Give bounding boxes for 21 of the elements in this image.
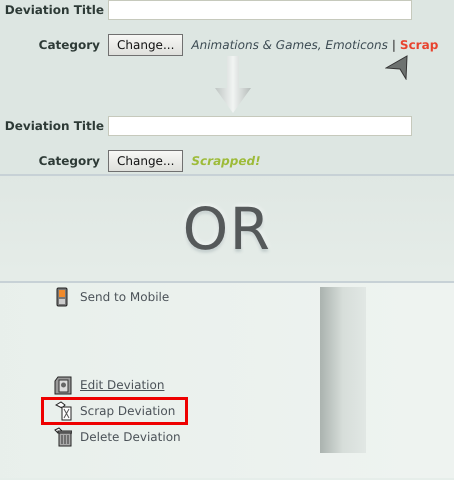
field-label: Category [38,37,100,54]
change-button[interactable]: Change... [108,150,184,172]
field-label: Deviation Title [4,2,104,19]
change-button[interactable]: Change... [108,34,184,56]
down-arrow-icon [214,56,252,114]
title-field[interactable] [108,116,412,136]
field-label: Category [38,153,100,170]
menu-link[interactable]: Scrap Deviation [80,402,176,420]
title-field[interactable] [108,0,412,20]
menu-link[interactable]: Delete Deviation [80,428,181,446]
picture-frame-icon[interactable] [54,375,72,395]
menu-link[interactable]: Edit Deviation [80,376,164,394]
category-path: Animations & Games, Emoticons [191,37,388,54]
trash-icon[interactable] [54,427,72,447]
pointer-icon [385,54,409,80]
separator: | [392,37,396,54]
status-text: Scrapped! [191,153,261,170]
menu-link[interactable]: Send to Mobile [80,288,170,306]
field-label: Deviation Title [4,118,104,135]
torn-page-icon[interactable] [54,401,72,421]
divider-text: OR [182,200,272,258]
